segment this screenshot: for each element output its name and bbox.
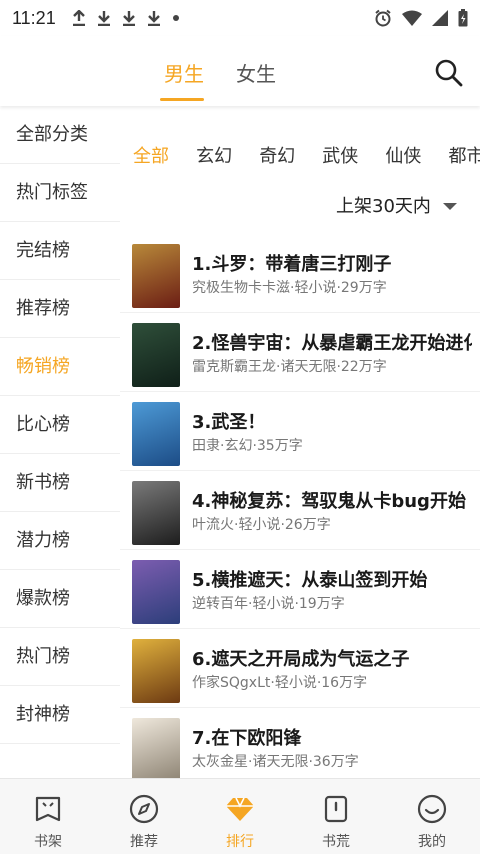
sidebar-item-hot[interactable]: 热门榜 [0,628,120,686]
book-meta: 雷克斯霸王龙·诸天无限·22万字 [192,359,387,375]
book-title[interactable]: 2.怪兽宇宙：从暴虐霸王龙开始进化 [192,329,472,355]
battery-icon [458,9,468,27]
alarm-icon [375,9,391,27]
notification-icons [72,10,180,26]
book-meta: 叶流火·轻小说·26万字 [192,517,331,533]
ranking-sidebar: 全部分类 热门标签 完结榜 推荐榜 畅销榜 比心榜 新书榜 潜力榜 爆款榜 热门… [0,106,120,778]
category-tabs: 全部 玄幻 奇幻 武侠 仙侠 都市 [133,142,480,168]
book-meta: 究极生物卡卡滋·轻小说·29万字 [192,280,387,296]
book-meta: 逆转百年·轻小说·19万字 [192,596,345,612]
nav-label-bookshelf: 书架 [34,834,62,850]
sidebar-item-bestseller[interactable]: 畅销榜 [0,338,120,396]
nav-book-request[interactable]: 书荒 [288,779,384,854]
search-icon [435,59,463,87]
book-meta: 田隶·玄幻·35万字 [192,438,303,454]
book-title[interactable]: 3.武圣！ [192,408,472,434]
book-meta: 作家SQgxLt·轻小说·16万字 [192,675,368,691]
diamond-icon [226,797,254,821]
book-title[interactable]: 7.在下欧阳锋 [192,724,472,750]
category-tab-qihuan[interactable]: 奇幻 [259,142,295,168]
active-tab-indicator [160,98,204,101]
sidebar-item-legend[interactable]: 封神榜 [0,686,120,744]
sidebar-item-potential[interactable]: 潜力榜 [0,512,120,570]
book-row[interactable]: 7.在下欧阳锋 太灰金星·诸天无限·36万字 [120,708,480,778]
book-cover[interactable] [132,402,180,466]
book-row[interactable]: 3.武圣！ 田隶·玄幻·35万字 [120,392,480,471]
search-button[interactable] [432,56,466,90]
status-time: 11:21 [12,7,56,28]
book-cover[interactable] [132,718,180,778]
book-cover[interactable] [132,560,180,624]
tab-female[interactable]: 女生 [236,58,276,87]
ranking-content: 全部 玄幻 奇幻 武侠 仙侠 都市 上架30天内 1.斗罗：带着唐三打刚子 究极… [120,106,480,778]
book-row[interactable]: 2.怪兽宇宙：从暴虐霸王龙开始进化 雷克斯霸王龙·诸天无限·22万字 [120,313,480,392]
book-cover[interactable] [132,639,180,703]
nav-label-recommend: 推荐 [130,834,158,850]
time-filter-value: 上架30天内 [336,196,431,217]
book-list: 1.斗罗：带着唐三打刚子 究极生物卡卡滋·轻小说·29万字 2.怪兽宇宙：从暴虐… [120,234,480,778]
category-tab-xuanhuan[interactable]: 玄幻 [196,142,232,168]
book-alert-icon [324,795,348,823]
smiley-icon [417,794,447,824]
sidebar-item-viral[interactable]: 爆款榜 [0,570,120,628]
compass-icon [129,794,159,824]
time-filter-dropdown[interactable]: 上架30天内 [336,192,457,218]
nav-label-book-request: 书荒 [322,834,350,850]
book-row[interactable]: 4.神秘复苏：驾驭鬼从卡bug开始 叶流火·轻小说·26万字 [120,471,480,550]
sidebar-item-all-categories[interactable]: 全部分类 [0,106,120,164]
sidebar-item-hot-tags[interactable]: 热门标签 [0,164,120,222]
book-title[interactable]: 5.横推遮天：从泰山签到开始 [192,566,472,592]
nav-label-profile: 我的 [418,834,446,850]
top-header: 男生 女生 [0,36,480,106]
download-icon [147,11,160,26]
sidebar-item-hearts[interactable]: 比心榜 [0,396,120,454]
sidebar-item-recommended[interactable]: 推荐榜 [0,280,120,338]
download-icon [122,11,135,26]
dropdown-caret-icon [442,202,457,210]
tab-male[interactable]: 男生 [164,58,204,87]
status-bar: 11:21 [0,0,480,36]
category-tab-all[interactable]: 全部 [133,142,169,168]
nav-recommend[interactable]: 推荐 [96,779,192,854]
book-title[interactable]: 6.遮天之开局成为气运之子 [192,645,472,671]
bottom-navigation: 书架 推荐 排行 书荒 我的 [0,778,480,854]
category-tab-dushi[interactable]: 都市 [448,142,480,168]
sidebar-item-completed[interactable]: 完结榜 [0,222,120,280]
book-row[interactable]: 1.斗罗：带着唐三打刚子 究极生物卡卡滋·轻小说·29万字 [120,234,480,313]
book-title[interactable]: 1.斗罗：带着唐三打刚子 [192,250,472,276]
signal-icon [432,10,448,26]
wifi-icon [402,10,422,26]
sidebar-item-new-books[interactable]: 新书榜 [0,454,120,512]
nav-ranking[interactable]: 排行 [192,779,288,854]
book-cover[interactable] [132,323,180,387]
book-title[interactable]: 4.神秘复苏：驾驭鬼从卡bug开始 [192,487,472,513]
book-cover[interactable] [132,481,180,545]
upload-icon [72,10,85,26]
book-meta: 太灰金星·诸天无限·36万字 [192,754,359,770]
nav-label-ranking: 排行 [226,834,254,850]
nav-bookshelf[interactable]: 书架 [0,779,96,854]
book-cover[interactable] [132,244,180,308]
nav-profile[interactable]: 我的 [384,779,480,854]
download-icon [97,11,110,26]
bookshelf-icon [35,796,61,822]
category-tab-xianxia[interactable]: 仙侠 [385,142,421,168]
book-row[interactable]: 5.横推遮天：从泰山签到开始 逆转百年·轻小说·19万字 [120,550,480,629]
category-tab-wuxia[interactable]: 武侠 [322,142,358,168]
book-row[interactable]: 6.遮天之开局成为气运之子 作家SQgxLt·轻小说·16万字 [120,629,480,708]
dot-icon [172,15,179,21]
